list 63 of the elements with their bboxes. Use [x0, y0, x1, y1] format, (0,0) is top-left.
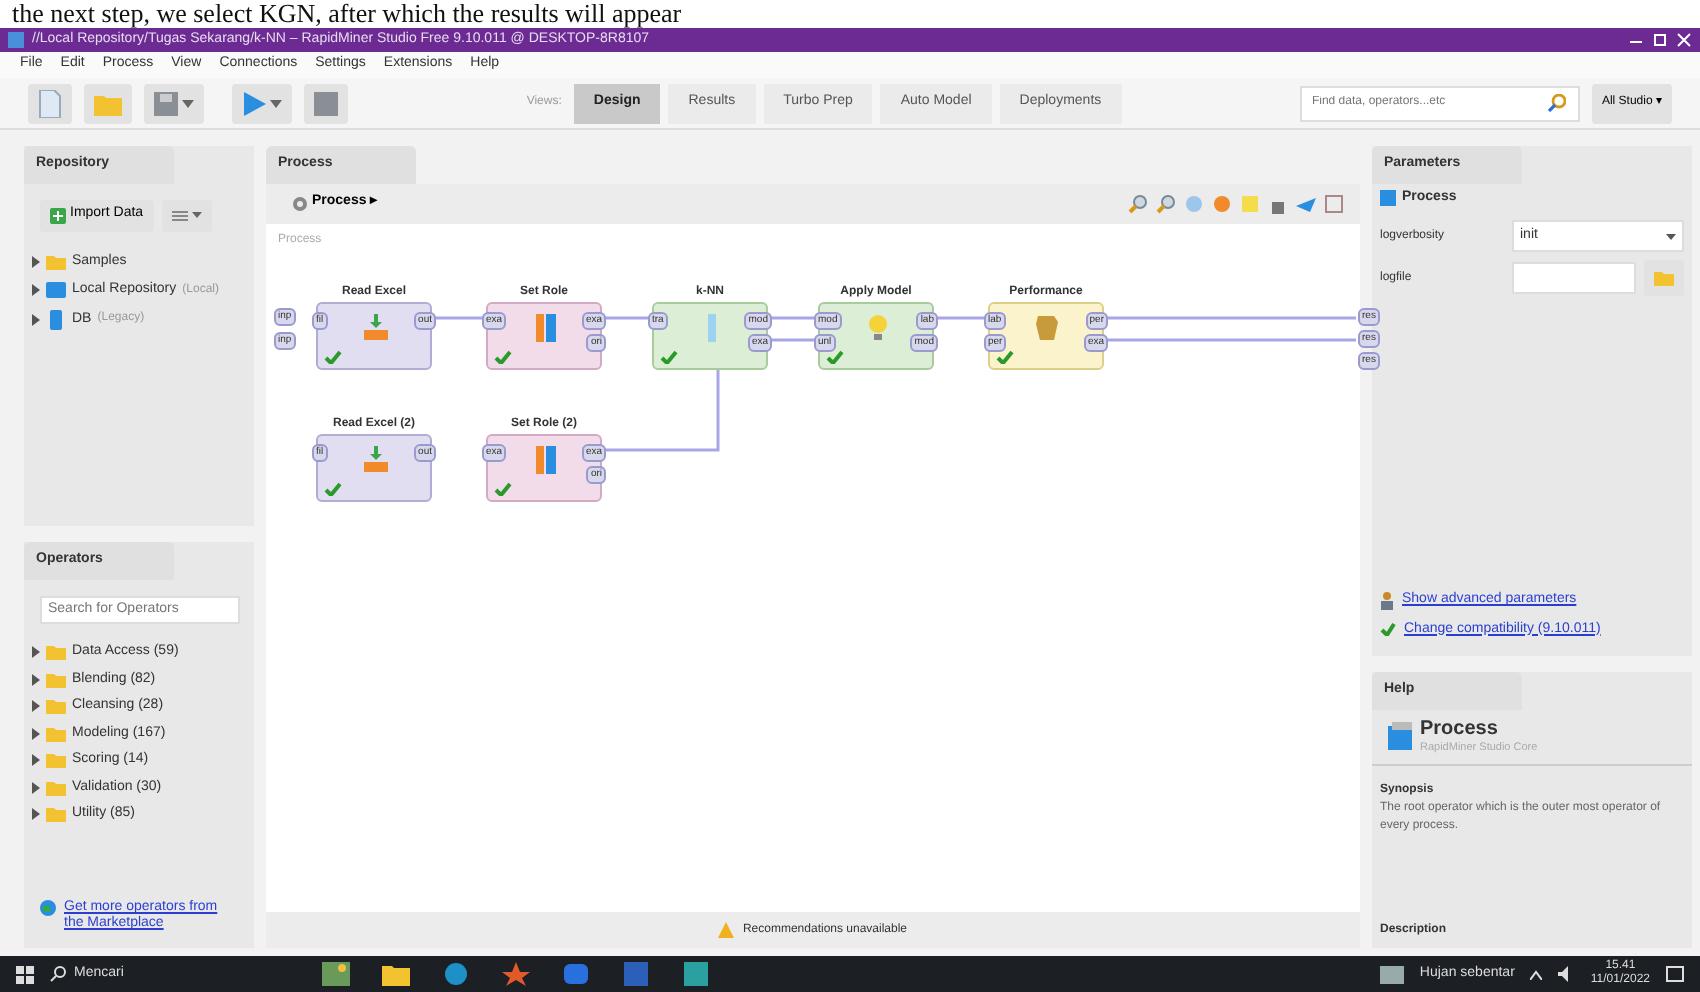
- expand-icon: [32, 754, 40, 767]
- expand-icon: [32, 781, 40, 794]
- maximize-icon[interactable]: [1652, 32, 1668, 48]
- stop-button[interactable]: [304, 83, 348, 123]
- landscape-icon[interactable]: [322, 962, 350, 986]
- check-icon: [1380, 622, 1396, 637]
- folder-icon: [46, 251, 66, 272]
- caret-icon: [182, 97, 194, 109]
- folder-icon: [46, 696, 66, 717]
- zoom-out-icon[interactable]: [1156, 193, 1176, 213]
- caret-icon: [1666, 231, 1676, 241]
- expand-icon: [32, 727, 40, 740]
- folder-icon: [46, 642, 66, 663]
- expand-icon: [32, 700, 40, 713]
- gear-icon: [292, 195, 308, 211]
- expand-icon: [32, 284, 40, 297]
- process-icon: [1380, 189, 1396, 206]
- database-icon: [46, 309, 66, 330]
- columns-icon: [532, 445, 560, 473]
- folder-icon: [94, 91, 122, 115]
- caret-icon: [191, 210, 202, 220]
- stop-icon: [314, 91, 338, 115]
- close-icon[interactable]: [1676, 32, 1692, 48]
- import-icon: [362, 445, 390, 473]
- bulb-icon: [864, 313, 892, 341]
- folder-icon: [46, 804, 66, 825]
- expand-icon: [32, 808, 40, 821]
- browser-icon[interactable]: [442, 962, 470, 986]
- import-icon: [362, 313, 390, 341]
- play-icon: [242, 91, 266, 115]
- new-button[interactable]: [28, 83, 72, 123]
- process-icon: [1388, 722, 1412, 751]
- caret-icon: [270, 97, 282, 109]
- person-icon: [1380, 591, 1394, 610]
- zoom-in-icon[interactable]: [1128, 193, 1148, 213]
- list-icon: [171, 207, 188, 223]
- start-icon[interactable]: [16, 965, 34, 983]
- notification-icon[interactable]: [1666, 965, 1684, 983]
- chevron-icon[interactable]: [1530, 969, 1543, 979]
- caption-text: the next step, we select KGN, after which the results will appear: [0, 0, 1700, 28]
- columns-icon: [532, 313, 560, 341]
- expand-icon: [32, 646, 40, 659]
- folder-icon: [46, 750, 66, 771]
- expand-icon: [32, 313, 40, 326]
- warning-icon: [718, 922, 735, 938]
- file-field[interactable]: [1512, 262, 1636, 294]
- search-icon: [1547, 94, 1566, 112]
- globe-icon: [40, 900, 56, 916]
- save-button[interactable]: [144, 83, 204, 123]
- plus-icon: [50, 207, 66, 223]
- run-button[interactable]: [232, 83, 292, 123]
- search-icon: [50, 966, 66, 982]
- folder-icon: [1654, 268, 1674, 288]
- folder-icon: [46, 723, 66, 744]
- folder-icon: [46, 669, 66, 690]
- weather-icon: [1379, 965, 1404, 983]
- help-heading: Process: [1420, 717, 1500, 739]
- folder-icon[interactable]: [382, 962, 410, 986]
- expand-icon: [32, 673, 40, 686]
- folder-icon: [46, 777, 66, 798]
- repository-icon: [46, 280, 66, 301]
- expand-icon: [32, 255, 40, 268]
- menu-button[interactable]: [161, 199, 212, 231]
